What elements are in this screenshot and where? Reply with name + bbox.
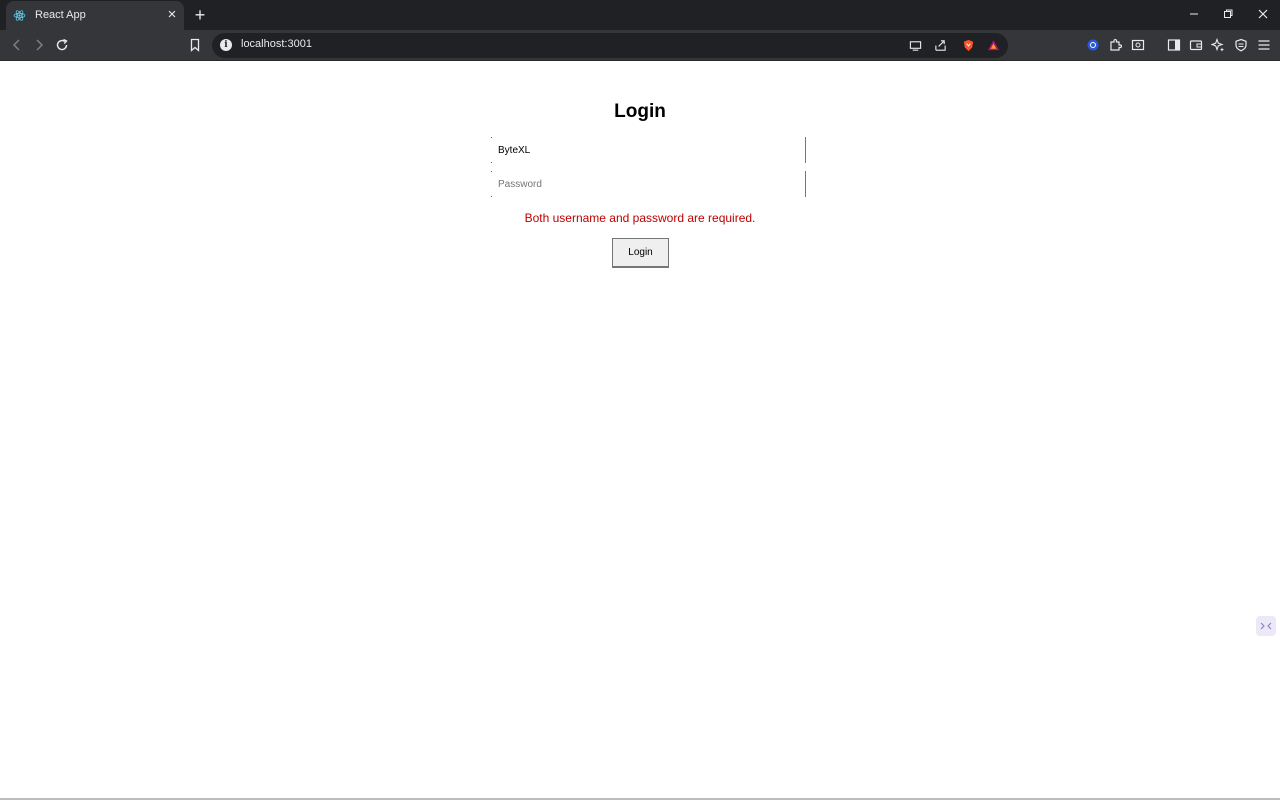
hamburger-menu-icon[interactable] xyxy=(1253,34,1275,56)
field-corner-mark xyxy=(491,162,492,163)
new-tab-icon[interactable]: + xyxy=(190,4,210,26)
close-tab-icon[interactable]: × xyxy=(164,5,180,25)
address-bar[interactable]: i localhost:3001 xyxy=(212,33,1008,58)
login-button[interactable]: Login xyxy=(612,238,669,268)
info-icon[interactable]: i xyxy=(220,39,232,51)
minimize-window-icon[interactable] xyxy=(1177,0,1211,30)
field-corner-mark xyxy=(491,196,492,197)
floating-widget-icon[interactable] xyxy=(1256,616,1276,636)
puzzle-piece-icon[interactable] xyxy=(1105,34,1127,56)
share-icon[interactable] xyxy=(931,36,949,54)
reload-icon[interactable] xyxy=(51,34,73,56)
vpn-shield-icon[interactable] xyxy=(1230,34,1252,56)
browser-toolbar: i localhost:3001 xyxy=(0,30,1280,61)
page-viewport: Login Both username and password are req… xyxy=(0,61,1280,800)
username-input[interactable] xyxy=(491,137,806,163)
media-icon[interactable] xyxy=(1127,34,1149,56)
bookmark-icon[interactable] xyxy=(184,34,206,56)
tab-title: React App xyxy=(35,9,86,21)
extension-badge-icon[interactable] xyxy=(1082,34,1104,56)
brave-rewards-icon[interactable] xyxy=(984,36,1002,54)
forward-arrow-icon[interactable] xyxy=(28,34,50,56)
browser-tab[interactable]: React App × xyxy=(6,1,184,30)
sparkle-icon[interactable] xyxy=(1207,34,1229,56)
url-text[interactable]: localhost:3001 xyxy=(241,38,312,50)
close-window-icon[interactable] xyxy=(1246,0,1280,30)
tab-bar: React App × + xyxy=(0,0,1280,30)
cast-icon[interactable] xyxy=(906,36,924,54)
password-input[interactable] xyxy=(491,171,806,197)
brave-shields-icon[interactable] xyxy=(959,36,977,54)
restore-window-icon[interactable] xyxy=(1211,0,1245,30)
react-logo-icon xyxy=(13,10,26,21)
sidebar-icon[interactable] xyxy=(1163,34,1185,56)
page-title: Login xyxy=(614,101,666,122)
back-arrow-icon[interactable] xyxy=(6,34,28,56)
error-message: Both username and password are required. xyxy=(524,211,756,225)
wallet-icon[interactable] xyxy=(1185,34,1207,56)
